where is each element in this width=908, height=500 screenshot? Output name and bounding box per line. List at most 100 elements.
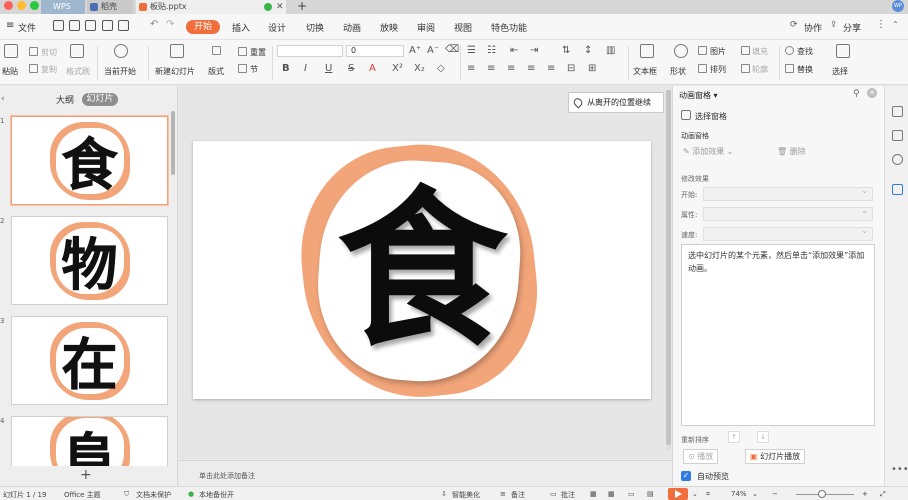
zoom-out-icon[interactable]: − (772, 490, 778, 498)
open-folder-icon[interactable] (53, 20, 64, 31)
menu-home[interactable]: 开始 (186, 20, 220, 34)
normal-view-icon[interactable]: ▦ (590, 490, 597, 498)
align-left-icon[interactable]: ≡ (467, 63, 475, 74)
fill-button[interactable]: 填充 (752, 46, 768, 57)
hamburger-icon[interactable]: ≡ (6, 20, 14, 31)
layout-button[interactable]: 版式 (208, 66, 224, 77)
line-spacing-icon[interactable]: ↕ (584, 45, 592, 56)
subscript-icon[interactable]: X₂ (414, 63, 425, 74)
arrange-button[interactable]: 排列 (710, 64, 726, 75)
close-window-button[interactable] (4, 1, 13, 10)
font-size-field[interactable]: 0 (346, 45, 404, 57)
properties-icon[interactable] (892, 106, 903, 117)
animation-list[interactable]: 选中幻灯片的某个元素，然后单击“添加效果”添加动画。 (681, 244, 875, 426)
menu-design[interactable]: 设计 (268, 21, 286, 34)
add-effect-button[interactable]: ✎ 添加效果 ⌄ (683, 146, 734, 157)
textbox-icon[interactable] (640, 44, 654, 58)
print-preview-icon[interactable] (118, 20, 129, 31)
select-button[interactable]: 选择 (832, 66, 848, 77)
save-icon[interactable] (69, 20, 80, 31)
notes-button[interactable]: 备注 (511, 490, 525, 500)
copy-button[interactable]: 复制 (41, 64, 57, 75)
font-family-select[interactable] (277, 45, 343, 57)
new-slide-icon[interactable] (170, 44, 184, 58)
animation-icon[interactable] (892, 184, 903, 195)
backup-status[interactable]: 本地备份开 (199, 490, 234, 500)
speed-select[interactable] (703, 226, 873, 241)
canvas-scrollbar[interactable] (666, 90, 671, 450)
minimize-window-button[interactable] (17, 1, 26, 10)
zoom-in-icon[interactable]: + (862, 490, 868, 498)
text-direction-icon[interactable]: ⇅ (562, 45, 570, 56)
move-down-icon[interactable]: ↓ (757, 431, 769, 443)
share-button[interactable]: 分享 (843, 21, 861, 34)
play-button[interactable]: ⊙ 播放 (683, 449, 719, 464)
delete-button[interactable]: 🗑 删除 (777, 146, 806, 157)
paste-icon[interactable] (4, 44, 18, 58)
doc-protect-status[interactable]: 文档未保护 (136, 490, 171, 500)
section-button[interactable]: 节 (250, 64, 258, 75)
design-icon[interactable] (892, 130, 903, 141)
notes-area[interactable]: 单击此处添加备注 (179, 460, 672, 486)
textbox-button[interactable]: 文本框 (633, 66, 657, 77)
play-from-current-icon[interactable] (114, 44, 128, 58)
tab-daoke[interactable]: 稻壳 (87, 0, 133, 14)
slideshow-button[interactable]: ▣ 幻灯片播放 (745, 449, 806, 464)
font-grow-icon[interactable]: A⁺ (409, 45, 421, 56)
export-icon[interactable] (85, 20, 96, 31)
print-icon[interactable] (102, 20, 113, 31)
tab-wps[interactable]: WPS (41, 0, 85, 14)
tab-outline[interactable]: 大纲 (56, 93, 74, 106)
undo-icon[interactable]: ↶ (150, 19, 158, 30)
indent-increase-icon[interactable]: ⇥ (530, 45, 538, 56)
fullscreen-icon[interactable]: ⤢ (880, 490, 886, 499)
italic-icon[interactable]: I (304, 63, 307, 74)
start-select[interactable] (703, 186, 873, 201)
comments-button[interactable]: 批注 (561, 490, 575, 500)
close-tab-icon[interactable]: ✕ (276, 0, 284, 14)
strikethrough-icon[interactable]: S (348, 63, 354, 74)
picture-button[interactable]: 图片 (710, 46, 726, 57)
slide-glyph-main[interactable]: 食 (193, 141, 651, 399)
columns-icon[interactable]: ▥ (606, 45, 615, 56)
pin-icon[interactable]: ⚲ (853, 89, 860, 99)
property-select[interactable] (703, 206, 873, 221)
play-dropdown-icon[interactable]: ⌄ (692, 490, 698, 498)
slideshow-play-button[interactable] (668, 488, 688, 500)
more-icon[interactable]: ••• (891, 464, 908, 475)
add-slide-button[interactable]: + (80, 467, 92, 483)
align-center-icon[interactable]: ≡ (487, 63, 495, 74)
numbering-icon[interactable]: ☷ (487, 45, 496, 56)
font-shrink-icon[interactable]: A⁻ (427, 45, 439, 56)
new-slide-button[interactable]: 新建幻灯片 (155, 66, 195, 77)
menu-slideshow[interactable]: 放映 (380, 21, 398, 34)
menu-view[interactable]: 视图 (454, 21, 472, 34)
slide-thumbnail[interactable]: 食 (11, 116, 168, 205)
collapse-panel-icon[interactable]: ‹ (1, 94, 5, 104)
move-up-icon[interactable]: ↑ (728, 431, 740, 443)
superscript-icon[interactable]: X² (392, 63, 403, 74)
menu-special[interactable]: 特色功能 (491, 21, 527, 34)
format-painter-icon[interactable] (70, 44, 84, 58)
resume-position-button[interactable]: 从离开的位置继续 (568, 92, 664, 113)
menu-animation[interactable]: 动画 (343, 21, 361, 34)
selection-pane-button[interactable]: 选择窗格 (695, 111, 727, 122)
tab-slides[interactable]: 幻灯片 (82, 93, 118, 106)
replace-button[interactable]: 替换 (797, 64, 813, 75)
sorter-view-icon[interactable]: ▦ (608, 490, 615, 498)
autopreview-checkbox[interactable]: ✓ (681, 471, 691, 481)
bold-icon[interactable]: B (282, 63, 290, 74)
slides-scrollbar[interactable] (171, 111, 175, 175)
more-icon[interactable]: ⋮ (876, 19, 886, 30)
menu-insert[interactable]: 插入 (232, 21, 250, 34)
justify-icon[interactable]: ≡ (527, 63, 535, 74)
pane-title[interactable]: 动画窗格 ▾ (679, 90, 718, 101)
slide-thumbnail[interactable]: 在 (11, 316, 168, 405)
outline-button[interactable]: 轮廓 (752, 64, 768, 75)
collab-button[interactable]: 协作 (804, 21, 822, 34)
indent-decrease-icon[interactable]: ⇤ (510, 45, 518, 56)
scroll-thumb[interactable] (666, 90, 671, 445)
font-color-icon[interactable]: A (369, 63, 376, 74)
align-text-icon[interactable]: ⊟ (567, 63, 575, 74)
slide-thumbnail[interactable]: 物 (11, 216, 168, 305)
